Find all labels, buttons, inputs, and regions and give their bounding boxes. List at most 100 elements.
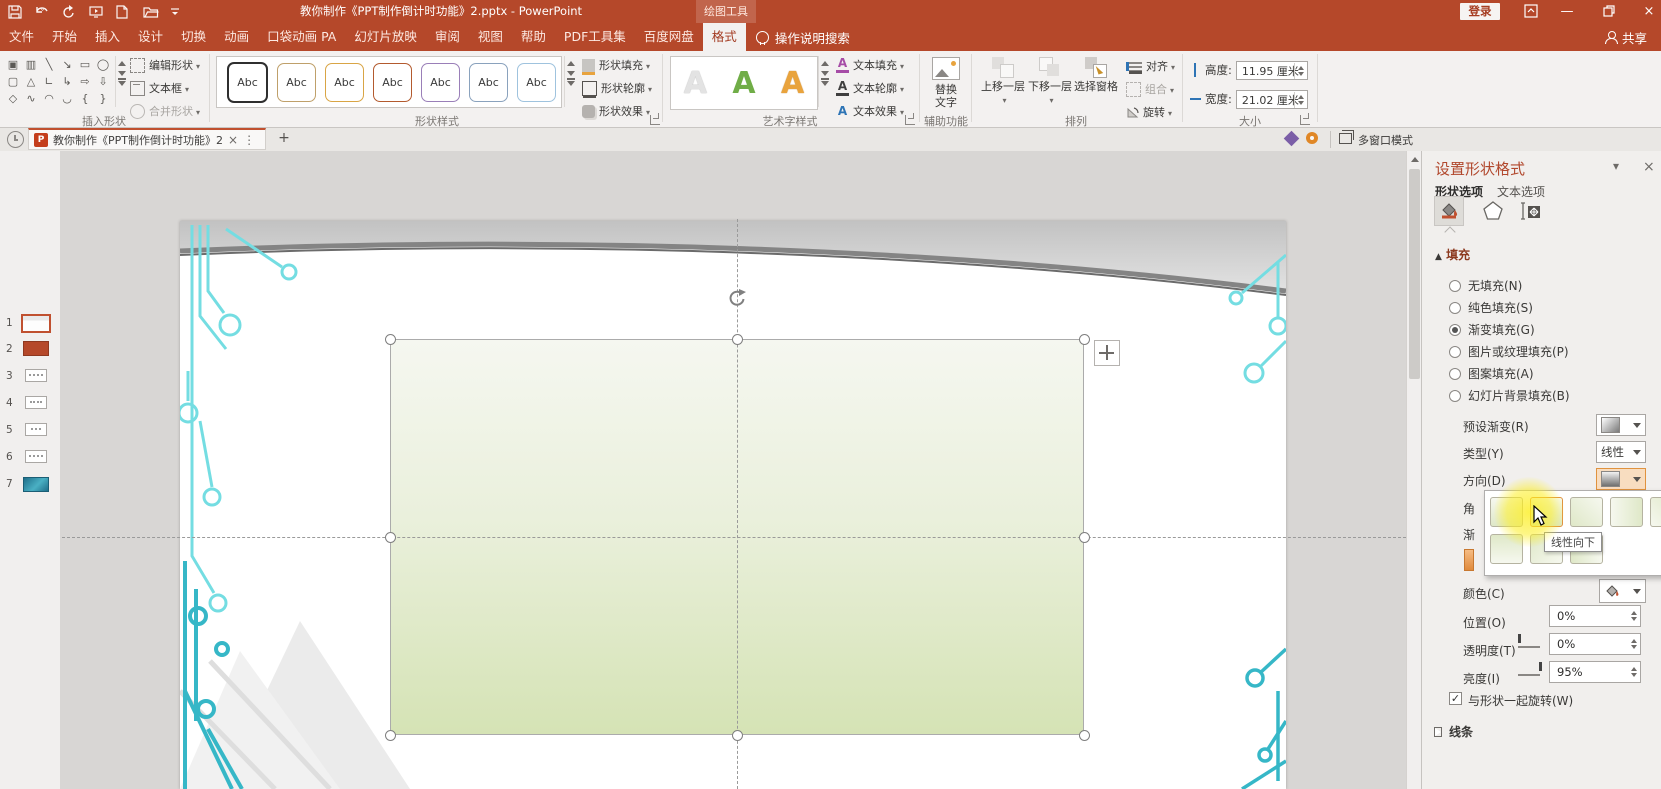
radio-icon[interactable] bbox=[1449, 346, 1461, 358]
scroll-up-icon[interactable] bbox=[567, 61, 575, 66]
radio-icon[interactable] bbox=[1449, 280, 1461, 292]
panel-close-icon[interactable]: × bbox=[1643, 159, 1655, 175]
restore-button[interactable] bbox=[1594, 0, 1624, 23]
radio-icon[interactable] bbox=[1449, 302, 1461, 314]
shape-outline-button[interactable]: 形状轮廓 bbox=[582, 80, 652, 96]
fill-option-solid[interactable]: 纯色填充(S) bbox=[1449, 299, 1533, 316]
shape-style-swatch-3[interactable]: Abc bbox=[325, 63, 364, 102]
tab-view[interactable]: 视图 bbox=[469, 23, 512, 51]
line-shape-icon[interactable]: ╲ bbox=[40, 56, 58, 73]
new-file-icon[interactable] bbox=[116, 5, 130, 19]
scroll-up-icon[interactable] bbox=[821, 61, 829, 66]
save-icon[interactable] bbox=[8, 5, 22, 19]
fill-option-none[interactable]: 无填充(N) bbox=[1449, 277, 1522, 294]
handle-top-left[interactable] bbox=[385, 334, 396, 345]
text-outline-button[interactable]: A 文本轮廓 bbox=[836, 80, 904, 96]
share-button[interactable]: 共享 bbox=[1605, 23, 1647, 51]
gradient-type-dropdown[interactable]: 线性 bbox=[1596, 441, 1646, 463]
slide-thumbnail-7[interactable] bbox=[23, 477, 49, 492]
insert-placeholder-button[interactable] bbox=[1094, 340, 1120, 366]
tab-menu-icon[interactable]: ⋮ bbox=[243, 130, 255, 150]
shape-style-swatch-2[interactable]: Abc bbox=[277, 63, 316, 102]
customize-qat-icon[interactable] bbox=[170, 5, 184, 19]
stop-position-input[interactable]: 0% bbox=[1549, 605, 1641, 627]
rotate-with-shape-checkbox[interactable]: ✓ bbox=[1449, 692, 1462, 705]
text-box-button[interactable]: 文本框 bbox=[130, 80, 189, 96]
settings-gear-icon[interactable] bbox=[1306, 132, 1318, 144]
slider-handle[interactable] bbox=[1539, 662, 1542, 671]
radio-icon[interactable] bbox=[1449, 368, 1461, 380]
tab-animations[interactable]: 动画 bbox=[215, 23, 258, 51]
right-arrow-shape-icon[interactable]: ⇨ bbox=[76, 73, 94, 90]
tab-design[interactable]: 设计 bbox=[129, 23, 172, 51]
scroll-down-icon[interactable] bbox=[567, 71, 575, 76]
tab-pdf-tools[interactable]: PDF工具集 bbox=[555, 23, 635, 51]
effects-category-icon[interactable] bbox=[1478, 196, 1508, 226]
rectangle-shape-icon[interactable]: ▭ bbox=[76, 56, 94, 73]
tab-help[interactable]: 帮助 bbox=[512, 23, 555, 51]
radio-selected-icon[interactable] bbox=[1449, 324, 1461, 336]
height-input[interactable]: 11.95 厘米 bbox=[1236, 61, 1308, 80]
shape-styles-scrollbar[interactable] bbox=[564, 56, 576, 107]
panel-options-icon[interactable]: ▾ bbox=[1613, 159, 1619, 173]
height-spinner[interactable] bbox=[1294, 63, 1306, 79]
rounded-rect-shape-icon[interactable]: ▢ bbox=[4, 73, 22, 90]
left-brace-shape-icon[interactable]: { bbox=[76, 90, 94, 107]
gradient-color-dropdown[interactable] bbox=[1599, 579, 1646, 603]
direction-swatch-4[interactable] bbox=[1610, 497, 1643, 527]
scroll-up-icon[interactable] bbox=[118, 61, 126, 66]
fill-line-category-icon[interactable] bbox=[1434, 196, 1464, 226]
gallery-more-icon[interactable] bbox=[821, 81, 829, 86]
scroll-up-icon[interactable] bbox=[1411, 157, 1419, 162]
tell-me-search[interactable]: 操作说明搜索 bbox=[746, 23, 860, 51]
ribbon-display-options-icon[interactable] bbox=[1516, 0, 1546, 23]
slide-thumbnail-4[interactable] bbox=[25, 396, 47, 409]
selection-pane-button[interactable]: 选择窗格 bbox=[1072, 57, 1120, 93]
addin-icon[interactable] bbox=[1284, 131, 1300, 147]
wordart-style-2[interactable]: A bbox=[732, 66, 755, 101]
wordart-dialog-launcher[interactable] bbox=[905, 115, 915, 125]
scroll-down-icon[interactable] bbox=[821, 71, 829, 76]
shape-styles-dialog-launcher[interactable] bbox=[650, 115, 660, 125]
tab-transitions[interactable]: 切换 bbox=[172, 23, 215, 51]
triangle-shape-icon[interactable]: △ bbox=[22, 73, 40, 90]
transparency-input[interactable]: 0% bbox=[1549, 633, 1641, 655]
elbow-arrow-connector-icon[interactable]: ↳ bbox=[58, 73, 76, 90]
scrollbar-thumb[interactable] bbox=[1409, 169, 1420, 379]
fill-option-picture[interactable]: 图片或纹理填充(P) bbox=[1449, 343, 1569, 360]
spinner-icon[interactable] bbox=[1628, 608, 1639, 624]
line-section-header[interactable]: 线条 bbox=[1449, 723, 1473, 740]
fill-section-header[interactable]: ▲ 填充 bbox=[1435, 246, 1470, 263]
size-dialog-launcher[interactable] bbox=[1300, 115, 1310, 125]
transparency-slider[interactable] bbox=[1518, 637, 1544, 655]
open-folder-icon[interactable] bbox=[143, 5, 157, 19]
tab-insert[interactable]: 插入 bbox=[86, 23, 129, 51]
shape-style-swatch-1[interactable]: Abc bbox=[227, 62, 268, 103]
tab-review[interactable]: 审阅 bbox=[426, 23, 469, 51]
gradient-stop-selected[interactable] bbox=[1464, 549, 1474, 571]
shape-fill-button[interactable]: 形状填充 bbox=[582, 57, 650, 73]
align-button[interactable]: 对齐 bbox=[1126, 58, 1175, 74]
textbox-v-shape-icon[interactable]: ▥ bbox=[22, 56, 40, 73]
gradient-direction-dropdown[interactable] bbox=[1596, 468, 1646, 490]
elbow-connector-icon[interactable]: ∟ bbox=[40, 73, 58, 90]
handle-top-center[interactable] bbox=[732, 334, 743, 345]
width-input[interactable]: 21.02 厘米 bbox=[1236, 90, 1308, 109]
radio-icon[interactable] bbox=[1449, 390, 1461, 402]
arrow-shape-icon[interactable]: ↘ bbox=[58, 56, 76, 73]
textbox-h-shape-icon[interactable]: ▣ bbox=[4, 56, 22, 73]
fill-option-gradient[interactable]: 渐变填充(G) bbox=[1449, 321, 1535, 338]
login-button[interactable]: 登录 bbox=[1460, 3, 1500, 20]
handle-bottom-right[interactable] bbox=[1079, 730, 1090, 741]
oval-shape-icon[interactable]: ◯ bbox=[94, 56, 112, 73]
tab-baidu-netdisk[interactable]: 百度网盘 bbox=[635, 23, 703, 51]
handle-mid-right[interactable] bbox=[1079, 532, 1090, 543]
diamond-shape-icon[interactable]: ◇ bbox=[4, 90, 22, 107]
rotation-handle[interactable] bbox=[726, 288, 748, 313]
size-properties-category-icon[interactable] bbox=[1516, 196, 1546, 226]
spinner-icon[interactable] bbox=[1628, 664, 1639, 680]
tab-format[interactable]: 格式 bbox=[703, 23, 746, 51]
alt-text-button[interactable]: 替换 文字 bbox=[925, 57, 967, 109]
edit-shape-button[interactable]: 编辑形状 bbox=[130, 57, 200, 73]
handle-mid-left[interactable] bbox=[385, 532, 396, 543]
